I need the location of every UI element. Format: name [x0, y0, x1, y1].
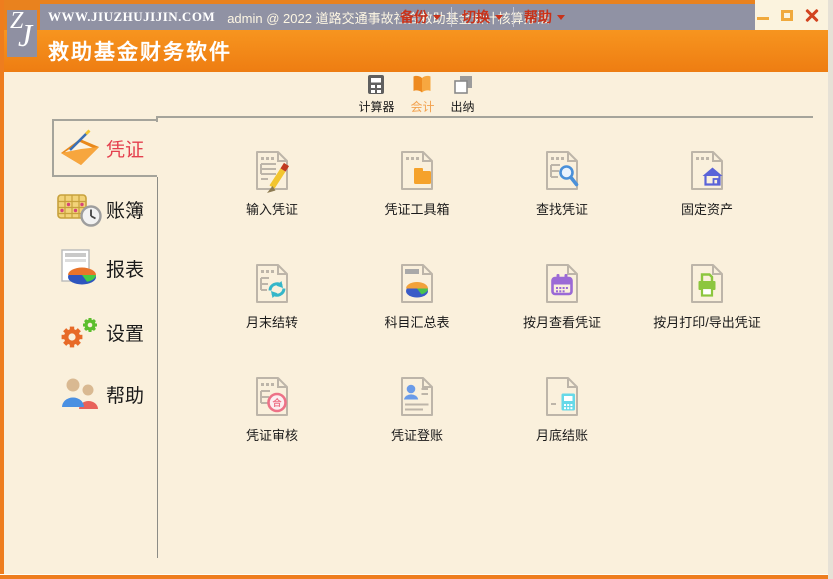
menu-backup[interactable]: 备份: [390, 7, 452, 27]
sidebar-item-label: 凭证: [106, 135, 144, 162]
sidebar-item-ledgers[interactable]: 账簿: [54, 183, 158, 235]
action-label: 按月打印/导出凭证: [653, 312, 761, 331]
action-input-voucher[interactable]: 输入凭证: [202, 148, 342, 218]
document-refresh-icon: [249, 261, 295, 307]
action-label: 凭证工具箱: [384, 199, 449, 218]
action-label: 月底结账: [536, 425, 588, 444]
titlebar: WWW.JIUZHUJIJIN.COM admin @ 2022 道路交通事故社…: [0, 0, 833, 30]
calculator-icon: [365, 74, 387, 96]
content-top-border: [157, 116, 813, 118]
action-month-end-closing[interactable]: 月底结账: [492, 374, 632, 444]
accounting-book-icon: [411, 74, 433, 96]
menu-help-label: 帮助: [524, 7, 552, 27]
ledger-clock-icon: [55, 189, 105, 229]
svg-text:合: 合: [272, 397, 282, 408]
sidebar-item-label: 报表: [106, 255, 144, 282]
window-border-bottom: [0, 575, 833, 579]
page-title: 救助基金财务软件: [48, 36, 232, 66]
maximize-icon: [781, 10, 793, 21]
action-label: 查找凭证: [536, 199, 588, 218]
toolbar-item-calculator[interactable]: 计算器: [358, 74, 394, 115]
window-border-left: [0, 0, 4, 579]
document-search-icon: [539, 148, 585, 194]
minimize-button[interactable]: [755, 7, 771, 23]
menu-switch-label: 切换: [462, 7, 490, 27]
action-view-vouchers-by-month[interactable]: 按月查看凭证: [492, 261, 632, 331]
close-icon: [805, 8, 819, 22]
gears-icon: [57, 312, 103, 352]
action-label: 输入凭证: [246, 199, 298, 218]
action-label: 按月查看凭证: [523, 312, 601, 331]
people-icon: [57, 374, 103, 414]
website-text: WWW.JIUZHUJIJIN.COM: [48, 9, 215, 25]
menubar: WWW.JIUZHUJIJIN.COM admin @ 2022 道路交通事故社…: [40, 4, 755, 30]
menu-group: 备份 切换 帮助: [390, 4, 575, 30]
action-print-export-by-month[interactable]: 按月打印/导出凭证: [637, 261, 777, 331]
action-label: 科目汇总表: [384, 312, 449, 331]
sidebar-item-help[interactable]: 帮助: [54, 368, 158, 420]
document-user-icon: [394, 374, 440, 420]
chevron-down-icon: [433, 15, 441, 20]
chevron-down-icon: [495, 15, 503, 20]
document-piechart-icon: [394, 261, 440, 307]
action-label: 凭证审核: [246, 425, 298, 444]
document-house-icon: [684, 148, 730, 194]
toolbar: 计算器 会计 出纳: [0, 74, 833, 115]
toolbar-item-accounting[interactable]: 会计: [410, 74, 434, 115]
action-voucher-toolbox[interactable]: 凭证工具箱: [347, 148, 487, 218]
maximize-button[interactable]: [780, 7, 796, 23]
app-window: WWW.JIUZHUJIJIN.COM admin @ 2022 道路交通事故社…: [0, 0, 833, 579]
chevron-down-icon: [557, 15, 565, 20]
action-fixed-assets[interactable]: 固定资产: [637, 148, 777, 218]
window-controls: [755, 0, 828, 30]
action-label: 凭证登账: [391, 425, 443, 444]
window-border-right: [828, 0, 833, 579]
sidebar-item-label: 账簿: [106, 196, 144, 223]
document-stamp-icon: 合: [249, 374, 295, 420]
action-label: 月末结转: [246, 312, 298, 331]
report-pie-icon: [57, 248, 103, 288]
action-voucher-posting[interactable]: 凭证登账: [347, 374, 487, 444]
app-header: 救助基金财务软件: [4, 30, 828, 72]
cashier-card-icon: [452, 74, 474, 96]
sidebar-item-settings[interactable]: 设置: [54, 306, 158, 358]
document-calculator-icon: [539, 374, 585, 420]
toolbar-item-label: 会计: [410, 98, 434, 115]
voucher-folder-icon: [55, 127, 105, 169]
sidebar-item-voucher[interactable]: 凭证: [52, 119, 157, 177]
app-logo: Z J: [7, 10, 37, 57]
menu-switch[interactable]: 切换: [452, 7, 514, 27]
document-folder-icon: [394, 148, 440, 194]
sidebar-item-label: 帮助: [106, 381, 144, 408]
action-voucher-review[interactable]: 合 凭证审核: [202, 374, 342, 444]
document-pencil-icon: [249, 148, 295, 194]
action-month-end-carryover[interactable]: 月末结转: [202, 261, 342, 331]
toolbar-item-cashier[interactable]: 出纳: [451, 74, 475, 115]
minimize-icon: [757, 17, 769, 20]
document-calendar-icon: [539, 261, 585, 307]
logo-letter-j: J: [18, 17, 32, 54]
toolbar-item-label: 出纳: [451, 98, 475, 115]
menu-help[interactable]: 帮助: [514, 7, 575, 27]
action-account-summary[interactable]: 科目汇总表: [347, 261, 487, 331]
sidebar-item-label: 设置: [106, 319, 144, 346]
action-find-voucher[interactable]: 查找凭证: [492, 148, 632, 218]
toolbar-item-label: 计算器: [358, 98, 394, 115]
close-button[interactable]: [804, 7, 820, 23]
sidebar-item-reports[interactable]: 报表: [54, 242, 158, 294]
action-label: 固定资产: [681, 199, 733, 218]
menu-backup-label: 备份: [400, 7, 428, 27]
document-printer-icon: [684, 261, 730, 307]
